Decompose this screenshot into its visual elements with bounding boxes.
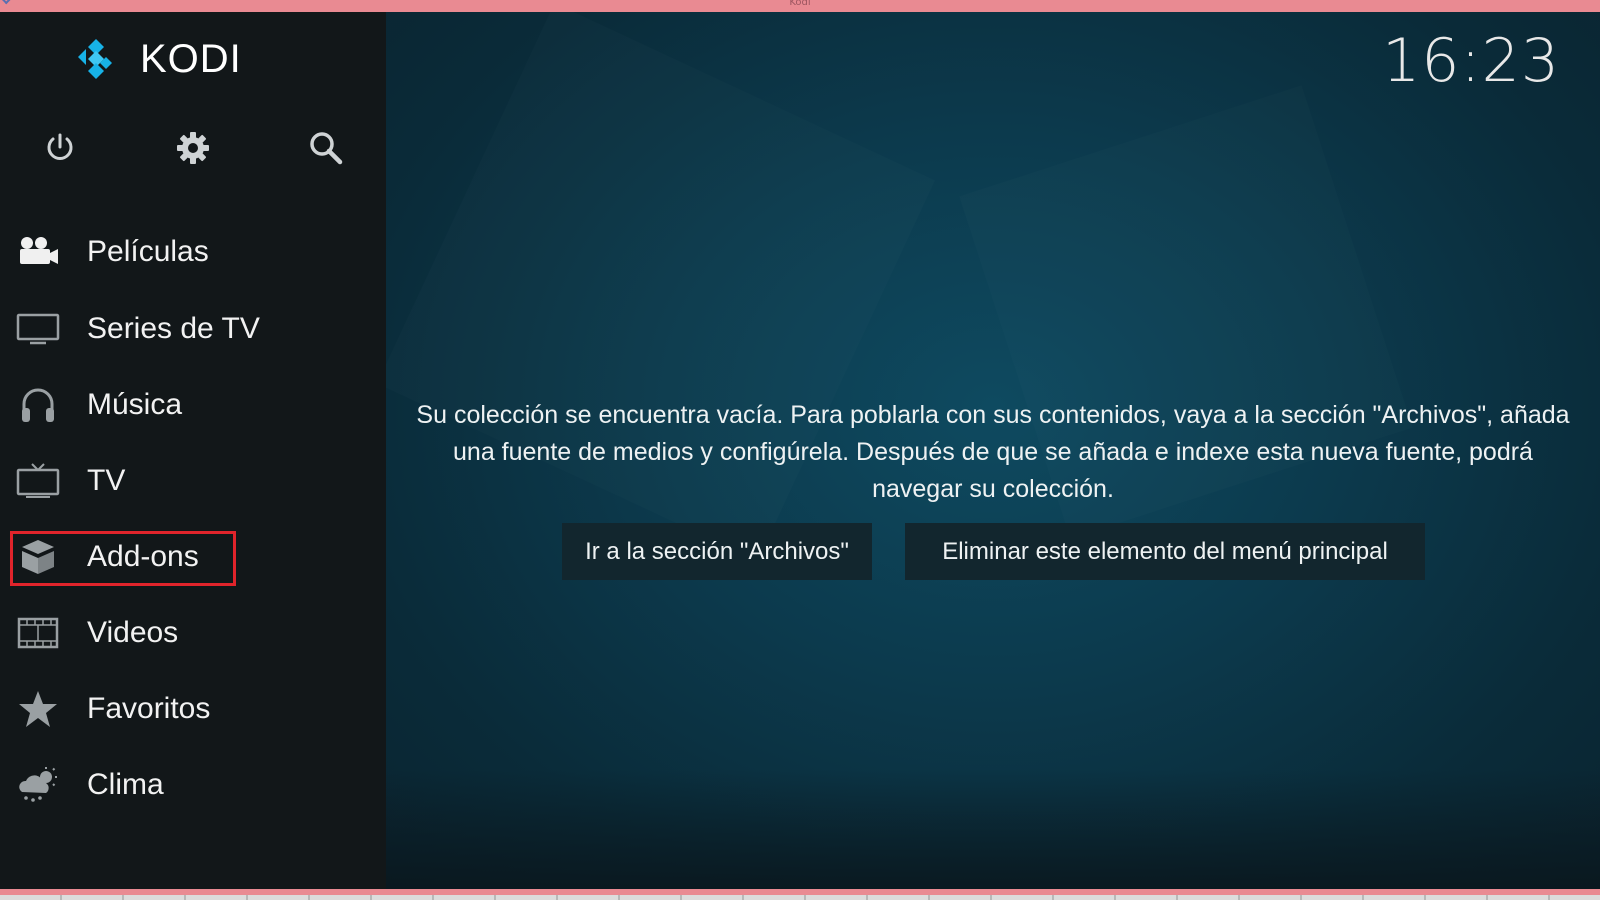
movie-camera-icon [16, 230, 60, 274]
main-content: 16:23 Su colección se encuentra vacía. P… [386, 12, 1600, 889]
power-button[interactable] [32, 120, 88, 176]
search-icon [310, 132, 343, 165]
quick-actions [0, 120, 386, 176]
tv-icon [16, 459, 60, 503]
search-button[interactable] [298, 120, 354, 176]
menu-item-favoritos[interactable]: Favoritos [0, 677, 386, 741]
window-frame: Kodi KODI Películas Series de TV Música … [0, 0, 1600, 900]
box-icon [16, 535, 60, 579]
film-strip-icon [16, 611, 60, 655]
empty-library-message: Su colección se encuentra vacía. Para po… [416, 401, 1570, 503]
window-titlebar: Kodi [0, 0, 1600, 12]
settings-button[interactable] [165, 120, 221, 176]
menu-item-label: Clima [87, 768, 164, 801]
clock: 16:23 [1382, 26, 1560, 96]
menu-item-label: TV [87, 464, 126, 497]
menu-item-label: Videos [87, 616, 179, 649]
power-icon [47, 133, 73, 160]
menu-item-tv[interactable]: TV [0, 449, 386, 513]
monitor-icon [16, 307, 60, 351]
star-icon [16, 687, 60, 731]
remove-menu-item-button[interactable]: Eliminar este elemento del menú principa… [905, 523, 1425, 580]
window-title: Kodi [789, 0, 811, 8]
taskbar-tabs [0, 895, 1600, 900]
menu-item-label: Música [87, 388, 183, 421]
menu-item-musica[interactable]: Música [0, 373, 386, 437]
weather-icon [16, 763, 60, 807]
kodi-logo: KODI [74, 35, 242, 83]
taskbar-strip [0, 889, 1600, 900]
menu-item-label: Add-ons [87, 540, 199, 573]
kodi-logo-icon [74, 35, 122, 83]
gear-icon [177, 132, 209, 164]
action-buttons: Ir a la sección "Archivos" Eliminar este… [386, 523, 1600, 581]
menu-item-label: Favoritos [87, 692, 211, 725]
sidebar: KODI Películas Series de TV Música TV Ad… [0, 12, 386, 889]
menu-item-series-tv[interactable]: Series de TV [0, 297, 386, 361]
headphones-icon [16, 383, 60, 427]
menu-item-clima[interactable]: Clima [0, 753, 386, 817]
menu-item-label: Películas [87, 235, 209, 268]
menu-item-addons[interactable]: Add-ons [0, 525, 386, 589]
go-to-files-button[interactable]: Ir a la sección "Archivos" [562, 523, 872, 580]
kodi-logo-text: KODI [140, 36, 242, 81]
bottom-shade [386, 769, 1600, 889]
menu-item-videos[interactable]: Videos [0, 601, 386, 665]
menu-item-label: Series de TV [87, 312, 260, 345]
menu-item-peliculas[interactable]: Películas [0, 220, 386, 284]
kodi-app: KODI Películas Series de TV Música TV Ad… [0, 12, 1600, 889]
